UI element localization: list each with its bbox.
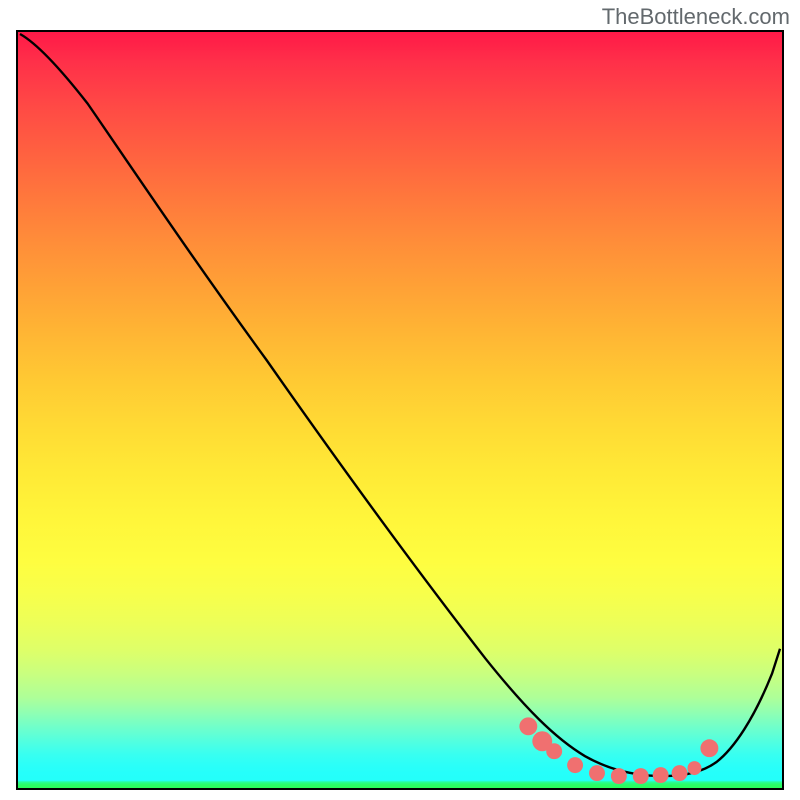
data-bead xyxy=(633,768,649,784)
attribution-text: TheBottleneck.com xyxy=(602,4,790,30)
curve-path xyxy=(20,34,780,776)
data-bead xyxy=(589,765,605,781)
data-bead xyxy=(653,767,669,783)
data-bead xyxy=(546,743,562,759)
data-bead xyxy=(519,717,537,735)
data-bead xyxy=(567,757,583,773)
chart-plot-area xyxy=(16,30,784,790)
data-bead xyxy=(700,739,718,757)
bottleneck-curve xyxy=(18,32,782,788)
data-bead xyxy=(611,768,627,784)
data-bead xyxy=(687,761,701,775)
data-bead xyxy=(672,765,688,781)
